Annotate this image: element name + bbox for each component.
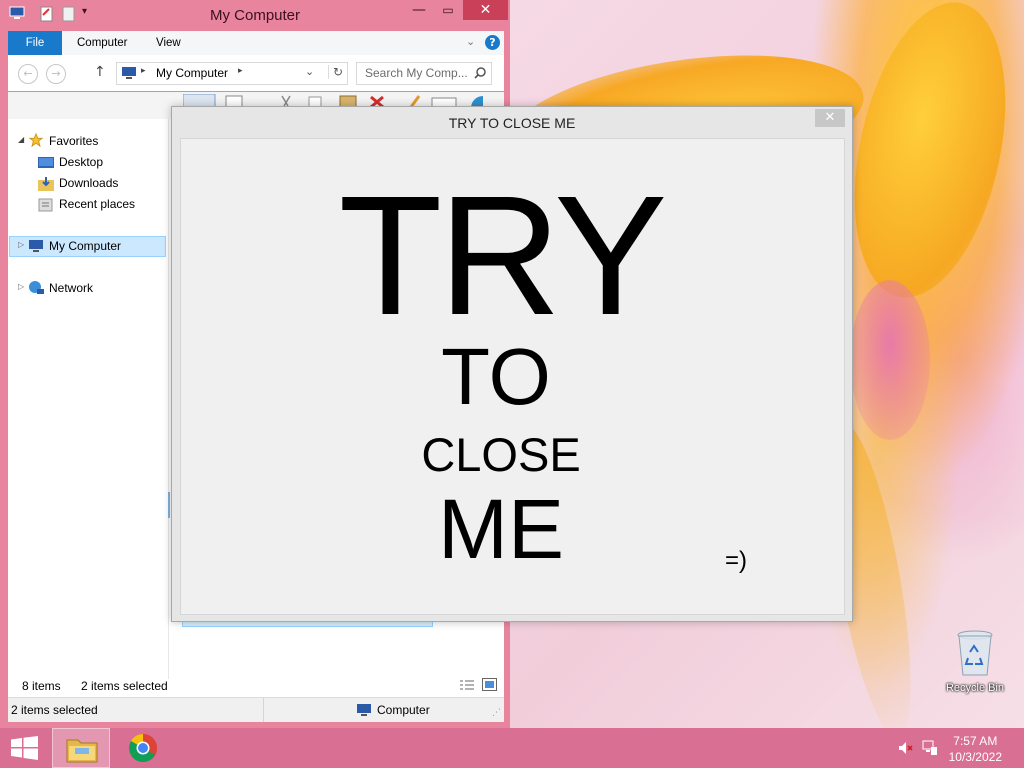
resize-grip-icon[interactable]: ⋰ bbox=[492, 708, 501, 718]
nav-favorites[interactable]: Favorites bbox=[49, 134, 98, 148]
search-placeholder: Search My Comp... bbox=[365, 66, 468, 80]
computer-icon bbox=[357, 704, 371, 716]
status-bottom-location: Computer bbox=[377, 703, 430, 717]
minimize-button[interactable]: — bbox=[405, 0, 433, 20]
pane-divider bbox=[168, 119, 169, 679]
popup-smiley: =) bbox=[724, 547, 747, 574]
nav-my-computer[interactable]: My Computer bbox=[49, 239, 121, 253]
search-icon bbox=[474, 67, 486, 79]
breadcrumb-my-computer[interactable]: My Computer bbox=[156, 66, 228, 80]
status-divider bbox=[263, 698, 264, 722]
tab-computer[interactable]: Computer bbox=[65, 31, 140, 55]
chrome-icon bbox=[129, 734, 157, 762]
taskbar-chrome[interactable] bbox=[115, 728, 173, 768]
status-item-count: 8 items bbox=[22, 679, 61, 693]
breadcrumb-chevron-icon: ▸ bbox=[141, 66, 146, 76]
volume-muted-icon[interactable] bbox=[898, 741, 914, 755]
recycle-bin-shortcut[interactable]: Recycle Bin bbox=[940, 630, 1010, 700]
taskbar: 7:57 AM 10/3/2022 bbox=[0, 728, 1024, 768]
nav-recent-places[interactable]: Recent places bbox=[59, 197, 135, 211]
popup-text-try: TRY bbox=[338, 161, 668, 351]
ribbon-tabs: File Computer View ⌄ ? bbox=[8, 31, 504, 56]
expand-arrow-icon[interactable]: ▷ bbox=[18, 240, 24, 249]
status-bottom-selected: 2 items selected bbox=[11, 703, 98, 717]
try-to-close-me-window: TRY TO CLOSE ME ✕ TRY TO CLOSE ME =) bbox=[171, 106, 853, 622]
close-button[interactable]: ✕ bbox=[463, 0, 508, 20]
maximize-button[interactable]: ▭ bbox=[434, 0, 462, 20]
computer-icon bbox=[29, 240, 43, 252]
popup-close-button[interactable]: ✕ bbox=[815, 109, 845, 127]
nav-desktop[interactable]: Desktop bbox=[59, 155, 103, 169]
popup-text-me: ME bbox=[438, 482, 564, 576]
windows-logo-icon bbox=[11, 736, 38, 760]
back-button[interactable]: ← bbox=[18, 64, 38, 84]
desktop-icon bbox=[38, 157, 54, 168]
star-icon bbox=[28, 133, 44, 147]
wallpaper-petal bbox=[830, 0, 1024, 312]
search-input[interactable]: Search My Comp... bbox=[356, 62, 492, 85]
large-icons-view-icon[interactable] bbox=[482, 678, 497, 691]
popup-text-to: TO bbox=[441, 332, 551, 421]
recent-places-icon bbox=[38, 198, 53, 212]
popup-title-bar[interactable]: TRY TO CLOSE ME ✕ bbox=[172, 107, 852, 138]
taskbar-file-explorer[interactable] bbox=[52, 728, 110, 768]
downloads-icon bbox=[38, 177, 54, 191]
content-fragment bbox=[168, 492, 170, 518]
expand-arrow-icon[interactable]: ◢ bbox=[18, 135, 24, 144]
folder-icon bbox=[66, 739, 98, 763]
popup-client-area: TRY TO CLOSE ME =) bbox=[180, 138, 845, 615]
breadcrumb-chevron-icon[interactable]: ▸ bbox=[238, 66, 243, 76]
tab-view[interactable]: View bbox=[144, 31, 193, 55]
address-bar[interactable]: ▸ My Computer ▸ ⌄ ↻ bbox=[116, 62, 348, 85]
nav-network[interactable]: Network bbox=[49, 281, 93, 295]
tab-file[interactable]: File bbox=[8, 31, 62, 55]
up-button[interactable]: ↑ bbox=[94, 64, 106, 80]
clock-date: 10/3/2022 bbox=[948, 750, 1002, 764]
refresh-icon[interactable]: ↻ bbox=[328, 65, 343, 79]
start-button[interactable] bbox=[0, 728, 48, 768]
forward-button[interactable]: → bbox=[46, 64, 66, 84]
popup-title: TRY TO CLOSE ME bbox=[448, 115, 576, 131]
popup-text-close: CLOSE bbox=[421, 428, 581, 481]
recycle-bin-label: Recycle Bin bbox=[945, 682, 1005, 694]
expand-arrow-icon[interactable]: ▷ bbox=[18, 282, 24, 291]
clock-time: 7:57 AM bbox=[953, 734, 998, 748]
computer-icon bbox=[122, 67, 136, 79]
explorer-title-bar[interactable]: ▾ My Computer — ▭ ✕ bbox=[0, 0, 510, 31]
network-status-icon[interactable] bbox=[922, 740, 938, 756]
explorer-status-bar: 2 items selected Computer ⋰ bbox=[8, 697, 504, 722]
address-dropdown-icon[interactable]: ⌄ bbox=[305, 65, 314, 78]
wallpaper-petal bbox=[850, 280, 930, 440]
address-bar-row: ← → ↑ ▸ My Computer ▸ ⌄ ↻ Search My Comp… bbox=[8, 55, 504, 91]
expand-ribbon-icon[interactable]: ⌄ bbox=[466, 35, 475, 48]
taskbar-clock[interactable]: 7:57 AM 10/3/2022 bbox=[949, 733, 1002, 765]
help-icon[interactable]: ? bbox=[485, 35, 500, 50]
status-selected-count: 2 items selected bbox=[81, 679, 168, 693]
recycle-bin-icon bbox=[957, 630, 993, 676]
network-icon bbox=[29, 281, 44, 294]
details-view-icon[interactable] bbox=[459, 679, 475, 691]
nav-downloads[interactable]: Downloads bbox=[59, 176, 118, 190]
